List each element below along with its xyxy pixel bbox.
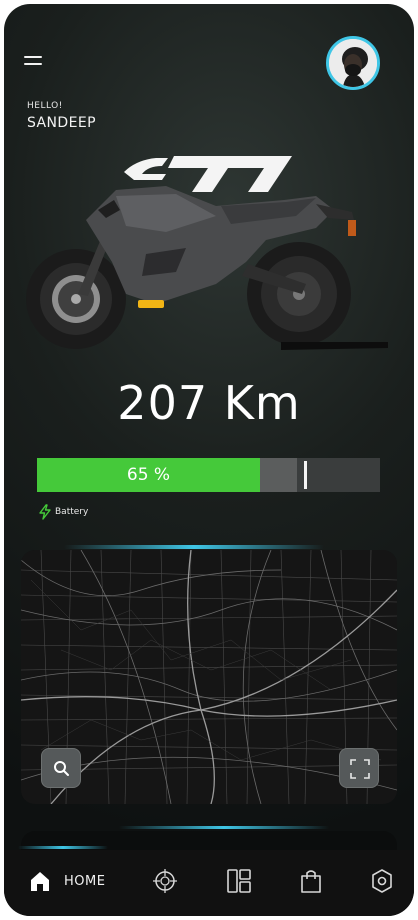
motorcycle-image xyxy=(26,156,388,350)
battery-label: Battery xyxy=(38,504,88,520)
tab-home[interactable]: HOME xyxy=(28,866,105,896)
tab-locate[interactable] xyxy=(152,866,178,896)
f77-logo xyxy=(124,156,292,192)
yellow-accent xyxy=(138,300,164,308)
battery-remaining xyxy=(260,458,297,492)
map-search-button[interactable] xyxy=(41,748,81,788)
battery-bar: 65 % xyxy=(37,458,380,492)
avatar-portrait xyxy=(329,39,377,87)
battery-marker xyxy=(304,461,307,489)
tab-shop[interactable] xyxy=(299,866,323,896)
dashboard-icon xyxy=(227,869,251,893)
tab-home-label: HOME xyxy=(64,873,106,889)
user-name: SANDEEP xyxy=(27,115,96,131)
crosshair-icon xyxy=(153,869,177,893)
home-icon xyxy=(31,872,49,891)
card-accent-line xyxy=(119,826,329,829)
lightning-icon xyxy=(39,504,51,520)
search-icon xyxy=(54,761,69,776)
avatar[interactable] xyxy=(326,36,380,90)
menu-button[interactable] xyxy=(22,50,50,72)
fullscreen-icon xyxy=(350,759,370,779)
battery-label-text: Battery xyxy=(55,507,89,517)
map-fullscreen-button[interactable] xyxy=(339,748,379,788)
bag-icon xyxy=(301,870,321,893)
tab-dashboard[interactable] xyxy=(226,866,252,896)
front-wheel xyxy=(26,249,126,349)
rear-wheel xyxy=(247,242,351,346)
home-indicator-glow xyxy=(18,846,108,849)
map-view[interactable] xyxy=(21,550,397,804)
app-screen: HELLO! SANDEEP 207 Km 65 % Battery HOME xyxy=(4,4,414,916)
battery-percent: 65 % xyxy=(126,465,171,485)
greeting-text: HELLO! xyxy=(27,101,63,111)
range-value: 207 Km xyxy=(117,376,301,430)
tab-settings[interactable] xyxy=(370,866,394,896)
map-accent-line xyxy=(64,545,324,549)
settings-icon xyxy=(372,869,392,893)
